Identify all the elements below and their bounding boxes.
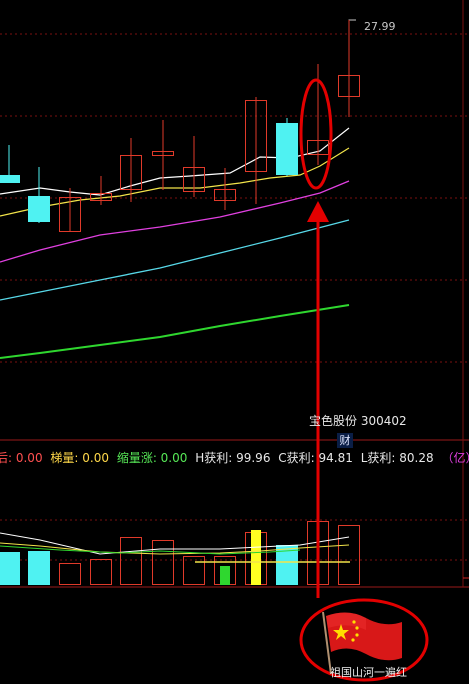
candle bbox=[245, 97, 267, 204]
stock-name-label: 宝色股份 300402 bbox=[309, 414, 407, 428]
ma120-line bbox=[0, 304, 350, 359]
china-flag-icon bbox=[322, 611, 402, 675]
max-price-label: 27.99 bbox=[364, 20, 396, 33]
volume-bar bbox=[59, 563, 81, 585]
volume-bar bbox=[152, 540, 174, 585]
candle bbox=[28, 167, 50, 223]
candle bbox=[59, 188, 81, 232]
indicator-value: L获利: 80.28 bbox=[360, 451, 434, 465]
flag-caption: 祖国山河一遍红 bbox=[330, 666, 407, 679]
finance-badge[interactable]: 财 bbox=[337, 433, 353, 448]
candle bbox=[90, 176, 112, 205]
volume-bar-green bbox=[220, 566, 230, 585]
volume-bar bbox=[120, 537, 142, 585]
volume-bar bbox=[90, 559, 112, 585]
candles bbox=[0, 20, 360, 232]
indicator-value: 后: 0.00 bbox=[0, 451, 43, 465]
highlight-ellipse bbox=[299, 78, 333, 190]
candle bbox=[338, 20, 360, 117]
candle bbox=[276, 118, 298, 176]
indicator-info-row: 后: 0.00 梯量: 0.00 缩量涨: 0.00 H获利: 99.96 C获… bbox=[0, 451, 469, 465]
annotation-arrow-head bbox=[307, 201, 329, 222]
volume-bar bbox=[183, 556, 205, 585]
indicator-value: 梯量: 0.00 bbox=[50, 451, 109, 465]
ma20-line bbox=[0, 180, 350, 263]
indicator-value: C获利: 94.81 bbox=[278, 451, 353, 465]
volume-bar-yellow bbox=[251, 530, 261, 585]
price-pointer bbox=[348, 19, 356, 30]
indicator-value: H获利: 99.96 bbox=[195, 451, 271, 465]
ma60-line bbox=[0, 219, 350, 301]
volume-bar bbox=[28, 551, 50, 585]
volume-bar bbox=[0, 552, 20, 585]
candle bbox=[0, 145, 20, 183]
stock-chart-window: 27.99 宝色股份 300402 财 后: 0.00 梯量: 0.00 缩量涨… bbox=[0, 0, 469, 684]
chart-canvas bbox=[0, 0, 469, 682]
volume-bar bbox=[338, 525, 360, 585]
indicator-value: （亿）获利筹 bbox=[441, 451, 469, 465]
indicator-value: 缩量涨: 0.00 bbox=[116, 451, 188, 465]
